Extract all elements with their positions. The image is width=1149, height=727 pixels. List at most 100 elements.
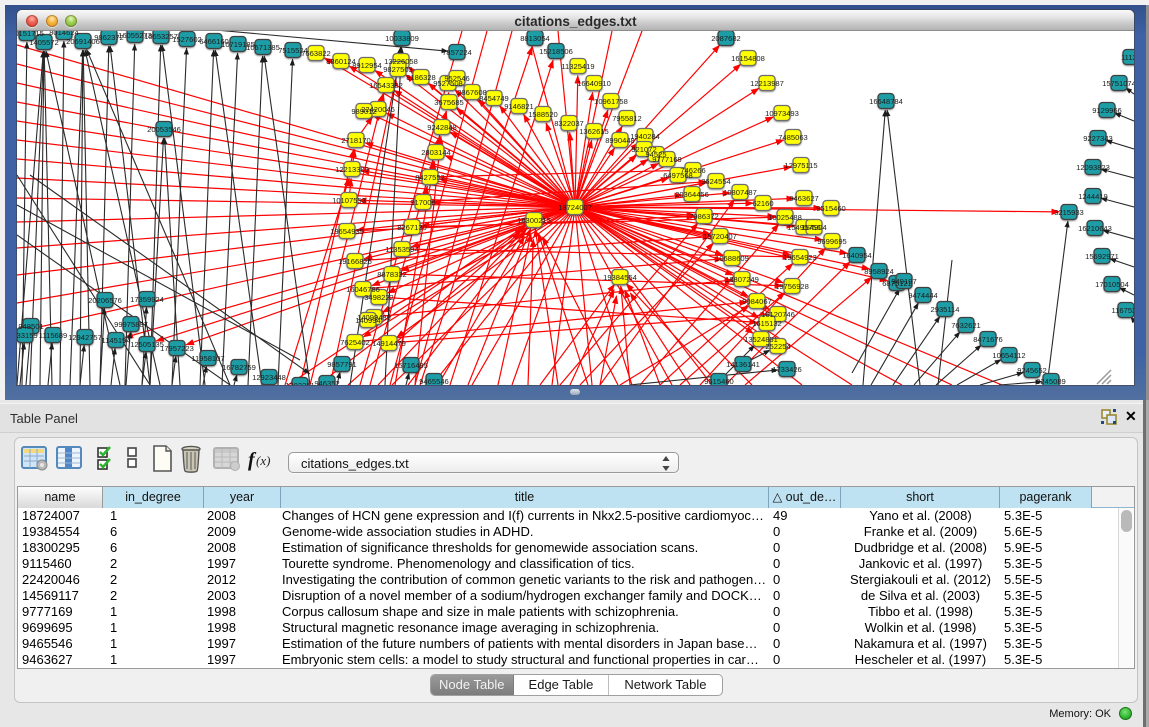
svg-text:8912954: 8912954 xyxy=(352,61,382,70)
svg-text:19654923: 19654923 xyxy=(783,253,817,262)
svg-text:8427552: 8427552 xyxy=(415,173,445,182)
svg-text:2087682: 2087682 xyxy=(711,34,741,43)
svg-text:15751074: 15751074 xyxy=(1102,79,1134,88)
svg-text:8471676: 8471676 xyxy=(973,335,1003,344)
svg-text:2718170: 2718170 xyxy=(341,136,371,145)
svg-text:1405572: 1405572 xyxy=(29,38,59,47)
svg-text:1640954: 1640954 xyxy=(842,251,872,260)
svg-text:14136141: 14136141 xyxy=(726,360,760,369)
svg-text:9463627: 9463627 xyxy=(789,194,819,203)
svg-text:11958107: 11958107 xyxy=(191,354,224,363)
svg-text:16782759: 16782759 xyxy=(222,363,256,372)
svg-text:16648784: 16648784 xyxy=(869,97,903,106)
svg-text:10961758: 10961758 xyxy=(594,97,628,106)
svg-text:10973493: 10973493 xyxy=(765,109,799,118)
svg-text:8267130: 8267130 xyxy=(397,223,427,232)
svg-text:19166825: 19166825 xyxy=(338,257,372,266)
svg-text:8878332: 8878332 xyxy=(377,270,407,279)
svg-text:15720407: 15720407 xyxy=(703,232,737,241)
svg-text:10688609: 10688609 xyxy=(715,254,749,263)
svg-text:917008: 917008 xyxy=(410,198,435,207)
svg-text:20053546: 20053546 xyxy=(147,125,181,134)
svg-text:7632621: 7632621 xyxy=(951,321,981,330)
svg-text:6497568: 6497568 xyxy=(663,171,693,180)
svg-text:10671385: 10671385 xyxy=(246,43,280,52)
svg-text:7485063: 7485063 xyxy=(778,133,808,142)
svg-text:20206576: 20206576 xyxy=(88,296,122,305)
svg-text:9465546: 9465546 xyxy=(419,377,449,385)
svg-text:2935114: 2935114 xyxy=(931,305,960,314)
svg-text:16640910: 16640910 xyxy=(577,79,611,88)
svg-text:17957223: 17957223 xyxy=(160,344,194,353)
svg-text:15692971: 15692971 xyxy=(1085,252,1119,261)
svg-text:12505135: 12505135 xyxy=(130,340,164,349)
svg-text:1115689: 1115689 xyxy=(39,331,67,340)
svg-text:9515460: 9515460 xyxy=(816,204,846,213)
svg-text:9474444: 9474444 xyxy=(908,291,938,300)
svg-text:7986372: 7986372 xyxy=(689,212,719,221)
svg-text:62160: 62160 xyxy=(752,199,773,208)
svg-text:8813054: 8813054 xyxy=(520,34,550,43)
svg-text:8958924: 8958924 xyxy=(864,267,894,276)
svg-text:948501: 948501 xyxy=(18,322,43,331)
svg-text:7625402: 7625402 xyxy=(340,338,370,347)
svg-text:19654935: 19654935 xyxy=(330,227,364,236)
svg-text:3675685: 3675685 xyxy=(434,98,464,107)
svg-text:949197: 949197 xyxy=(891,277,916,286)
svg-text:7857224: 7857224 xyxy=(442,48,472,57)
svg-text:1167534: 1167534 xyxy=(1112,306,1135,315)
svg-text:10033809: 10033809 xyxy=(385,34,419,43)
svg-text:17010504: 17010504 xyxy=(1095,280,1129,289)
svg-text:11325419: 11325419 xyxy=(561,62,594,71)
svg-text:2803144: 2803144 xyxy=(421,148,451,157)
svg-text:1244419: 1244419 xyxy=(1078,192,1108,201)
svg-text:12975115: 12975115 xyxy=(784,161,817,170)
svg-text:3624554: 3624554 xyxy=(701,177,731,186)
svg-text:16210643: 16210643 xyxy=(1078,224,1112,233)
svg-text:19756928: 19756928 xyxy=(775,282,809,291)
svg-text:19384554: 19384554 xyxy=(603,273,637,282)
svg-text:18807249: 18807249 xyxy=(725,275,759,284)
svg-text:9227343: 9227343 xyxy=(1083,134,1113,143)
svg-text:1145194: 1145194 xyxy=(102,336,131,345)
svg-text:946352: 946352 xyxy=(314,379,339,385)
svg-text:9129966: 9129966 xyxy=(1092,106,1122,115)
svg-text:252254: 252254 xyxy=(765,342,790,351)
svg-text:10025488: 10025488 xyxy=(768,213,802,222)
svg-text:1527602: 1527602 xyxy=(172,35,202,44)
svg-text:1940284: 1940284 xyxy=(630,132,660,141)
svg-text:16120746: 16120746 xyxy=(761,310,795,319)
svg-text:989012: 989012 xyxy=(351,107,376,116)
svg-text:10807487: 10807487 xyxy=(723,188,757,197)
svg-text:20151715: 20151715 xyxy=(17,31,44,38)
svg-text:9245089: 9245089 xyxy=(1036,377,1066,385)
svg-text:1615132: 1615132 xyxy=(752,319,782,328)
svg-text:9515460: 9515460 xyxy=(704,377,734,385)
svg-text:10654112: 10654112 xyxy=(992,351,1025,360)
svg-text:15716485: 15716485 xyxy=(394,361,428,370)
svg-text:9699695: 9699695 xyxy=(817,237,847,246)
svg-text:9245652: 9245652 xyxy=(1017,366,1047,375)
svg-text:140994: 140994 xyxy=(355,316,380,325)
svg-text:12093823: 12093823 xyxy=(1076,163,1110,172)
svg-text:933159: 933159 xyxy=(17,331,38,340)
svg-text:8186328: 8186328 xyxy=(406,73,436,82)
svg-text:7955812: 7955812 xyxy=(612,114,642,123)
svg-text:14914479: 14914479 xyxy=(372,339,406,348)
svg-text:3215933: 3215933 xyxy=(1054,208,1084,217)
svg-text:11353594: 11353594 xyxy=(385,245,418,254)
svg-text:9857791: 9857791 xyxy=(327,360,357,369)
svg-text:16154808: 16154808 xyxy=(731,54,765,63)
svg-text:12213389: 12213389 xyxy=(335,165,369,174)
svg-text:(x): (x) xyxy=(256,453,270,468)
svg-text:16543382: 16543382 xyxy=(369,81,403,90)
svg-text:12213987: 12213987 xyxy=(750,79,784,88)
svg-text:952546: 952546 xyxy=(444,74,469,83)
svg-text:20364456: 20364456 xyxy=(675,190,709,199)
svg-text:9777169: 9777169 xyxy=(652,155,682,164)
svg-text:1588520: 1588520 xyxy=(528,110,558,119)
svg-text:10107553: 10107553 xyxy=(332,196,366,205)
svg-text:12942757: 12942757 xyxy=(68,333,102,342)
svg-text:1733426: 1733426 xyxy=(772,365,802,374)
svg-text:11121: 11121 xyxy=(1121,53,1134,62)
